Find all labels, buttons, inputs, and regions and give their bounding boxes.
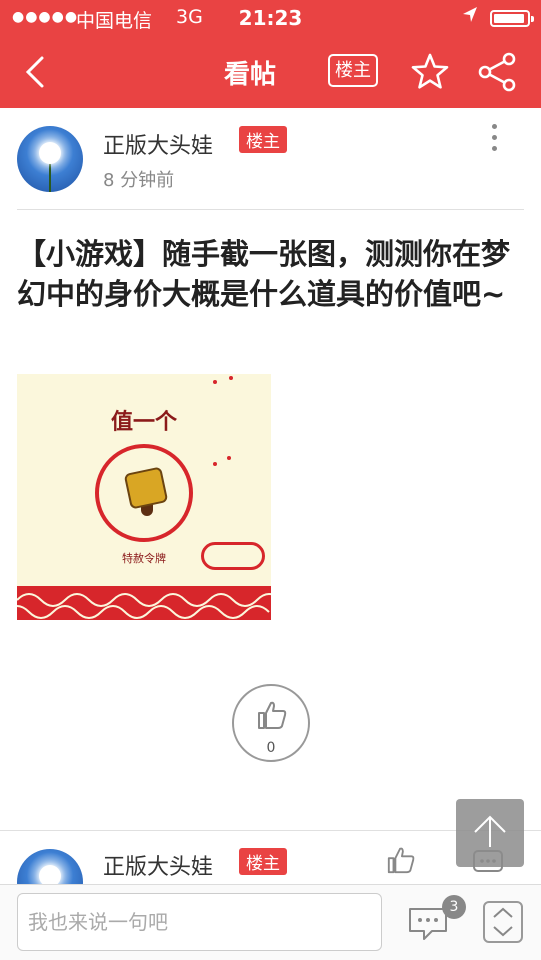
wave-decoration [17, 586, 271, 620]
like-button[interactable]: 0 [232, 684, 310, 762]
comments-button[interactable]: 3 [406, 895, 466, 943]
reply-author-name[interactable]: 正版大头娃 [103, 849, 213, 881]
page-nav-button[interactable] [483, 901, 523, 943]
battery-icon [490, 10, 534, 27]
post-image[interactable]: 值一个 特赦令牌 [17, 374, 271, 620]
app-header: ●●●●● 中国电信 3G 21:23 看帖 楼主 [0, 0, 541, 108]
token-icon [123, 466, 169, 510]
share-icon[interactable] [476, 50, 520, 94]
up-down-chevron-icon [493, 907, 513, 937]
more-icon[interactable] [486, 124, 502, 154]
avatar[interactable] [17, 126, 83, 192]
thumbs-up-icon[interactable] [386, 845, 416, 875]
post-time: 8 分钟前 [103, 170, 175, 191]
star-icon[interactable] [408, 50, 452, 94]
author-name[interactable]: 正版大头娃 [103, 128, 213, 160]
only-op-button[interactable]: 楼主 [328, 54, 378, 87]
op-badge: 楼主 [239, 126, 287, 153]
comment-input[interactable] [17, 893, 382, 951]
cloud-decoration [201, 542, 265, 570]
comment-bar: 3 [0, 884, 541, 960]
thumbs-up-icon [256, 699, 288, 731]
location-arrow-icon [462, 6, 478, 29]
clock: 21:23 [238, 6, 303, 30]
post-title: 【小游戏】随手截一张图，测测你在梦幻中的身价大概是什么道具的价值吧~ [17, 237, 511, 311]
nav-bar: 看帖 楼主 [0, 36, 541, 108]
avatar[interactable] [17, 849, 83, 886]
scroll-to-top-button[interactable] [456, 799, 524, 867]
op-badge: 楼主 [239, 848, 287, 875]
divider [17, 209, 524, 210]
comment-count-badge: 3 [442, 895, 466, 919]
arrow-up-icon [474, 815, 506, 847]
image-heading: 值一个 [110, 409, 177, 435]
status-bar: ●●●●● 中国电信 3G 21:23 [0, 0, 541, 36]
like-count: 0 [266, 740, 276, 756]
post-author-row: 正版大头娃 楼主 8 分钟前 [0, 108, 541, 210]
